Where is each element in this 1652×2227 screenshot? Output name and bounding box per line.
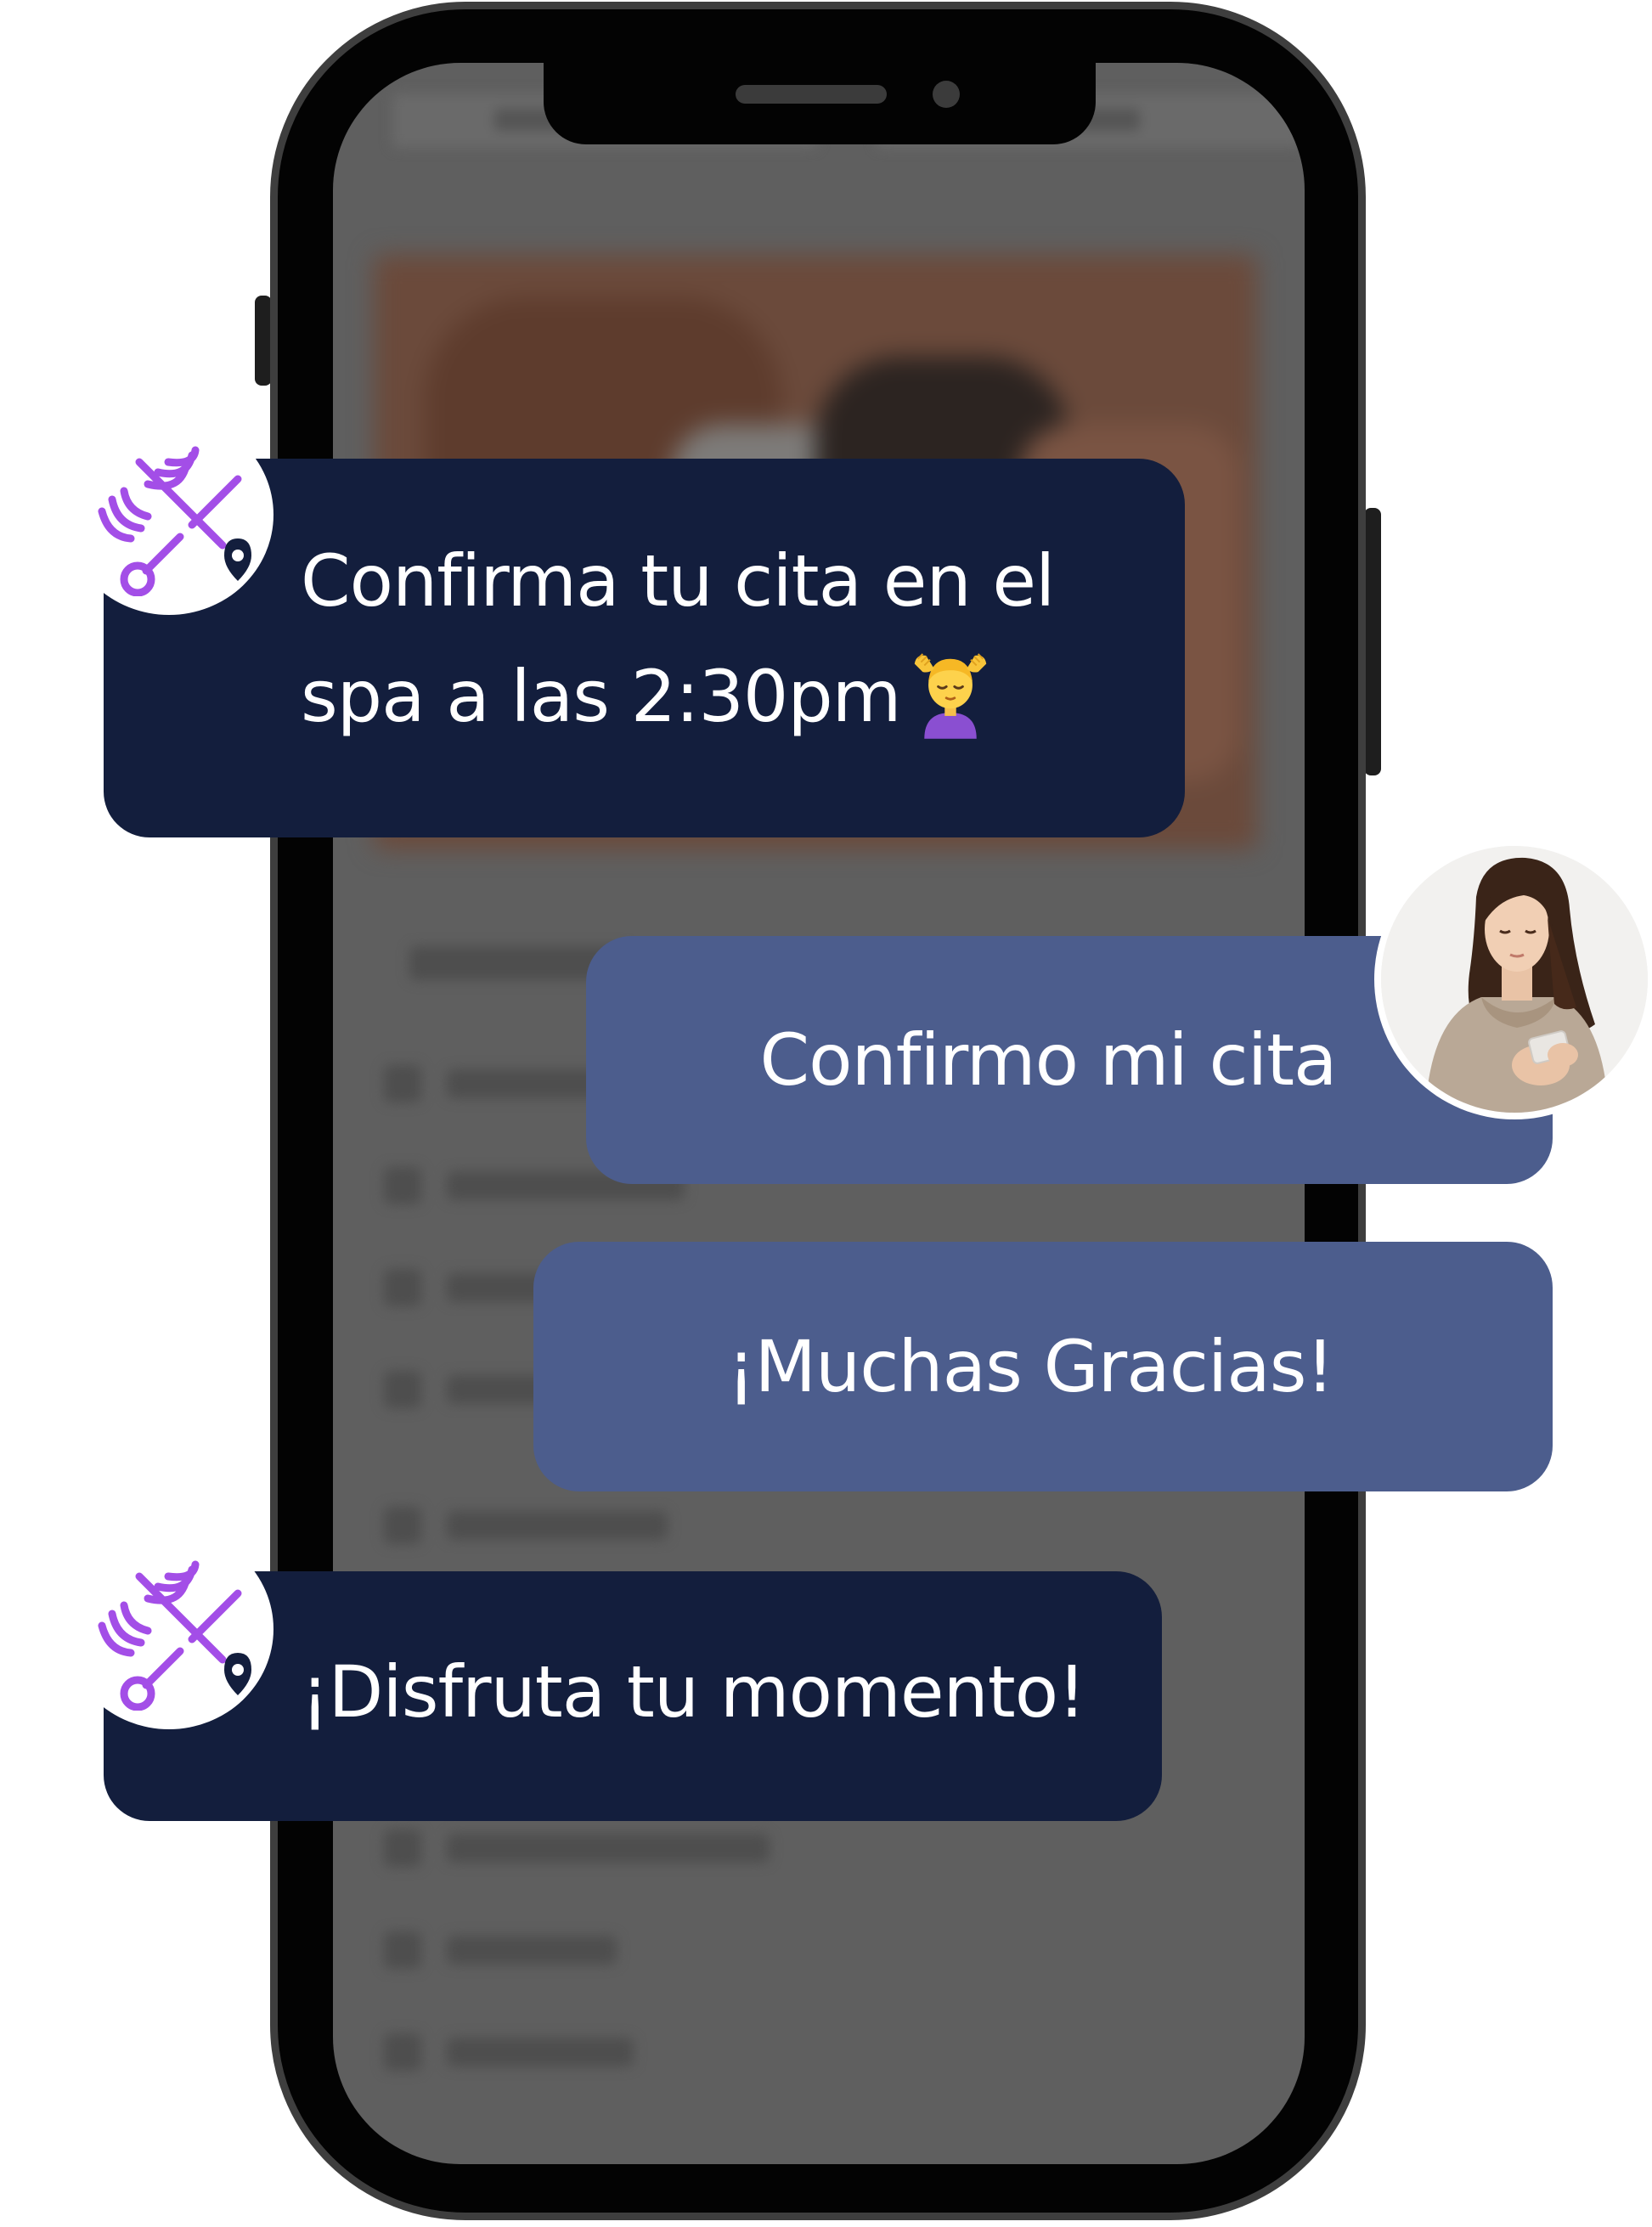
phone-side-button [255, 296, 272, 386]
phone-speaker [736, 85, 887, 104]
message-text: ¡Disfruta tu momento! [301, 1650, 1086, 1734]
phone-power-button [1364, 508, 1381, 775]
message-text: Confirmo mi cita [759, 1018, 1338, 1102]
blurred-list-item [384, 1931, 617, 1969]
phone-camera [933, 81, 960, 108]
woman-with-phone-avatar-icon [1381, 846, 1648, 1113]
blurred-list-item [384, 2033, 634, 2071]
person-getting-massage-emoji [914, 653, 986, 739]
message-text: ¡Muchas Gracias! [726, 1325, 1334, 1408]
business-logo [65, 1529, 273, 1729]
message-line: Confirma tu cita en el [301, 539, 1055, 623]
blurred-list-item [384, 1507, 668, 1544]
phone-notch [544, 63, 1096, 144]
message-line-text: spa a las 2:30pm [301, 655, 901, 738]
scissors-hair-location-pin-logo-icon [98, 446, 251, 596]
chat-bubble-user: ¡Muchas Gracias! [533, 1242, 1553, 1491]
scissors-hair-location-pin-logo-icon [98, 1560, 251, 1711]
user-avatar [1374, 839, 1652, 1119]
message-line: spa a las 2:30pm [301, 639, 1054, 754]
business-logo [65, 414, 273, 615]
blurred-list-item [384, 1830, 770, 1867]
message-text: Confirma tu cita en el spa a las 2:30pm [301, 523, 1055, 754]
